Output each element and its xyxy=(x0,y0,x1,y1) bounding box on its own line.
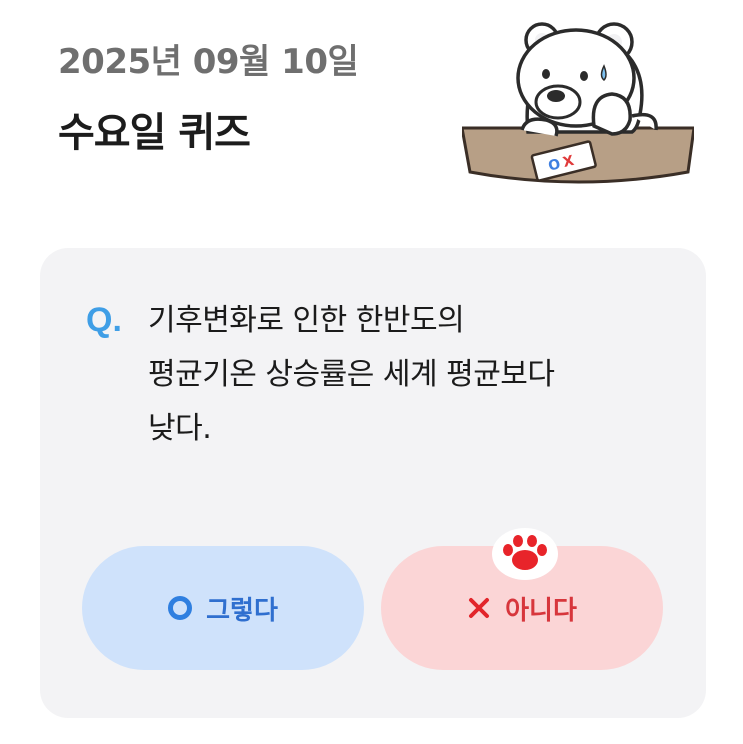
cross-x-icon xyxy=(469,598,490,618)
question-line: 낮다. xyxy=(148,411,212,446)
question-marker: Q. xyxy=(86,301,122,339)
question-line: 평균기온 상승률은 세계 평균보다 xyxy=(148,357,555,392)
yes-button[interactable]: 그렇다 xyxy=(82,546,364,670)
question-text: 기후변화로 인한 한반도의 평균기온 상승률은 세계 평균보다 낮다. xyxy=(148,294,668,456)
paw-icon xyxy=(492,528,558,580)
page-title: 수요일 퀴즈 xyxy=(58,110,251,156)
no-button-label: 아니다 xyxy=(505,595,577,626)
polar-bear-mascot-icon: O X xyxy=(462,22,694,184)
question-line: 기후변화로 인한 한반도의 xyxy=(148,303,465,338)
quiz-date: 2025년 09월 10일 xyxy=(58,42,359,82)
yes-button-label: 그렇다 xyxy=(206,595,278,626)
circle-o-icon xyxy=(168,596,193,620)
